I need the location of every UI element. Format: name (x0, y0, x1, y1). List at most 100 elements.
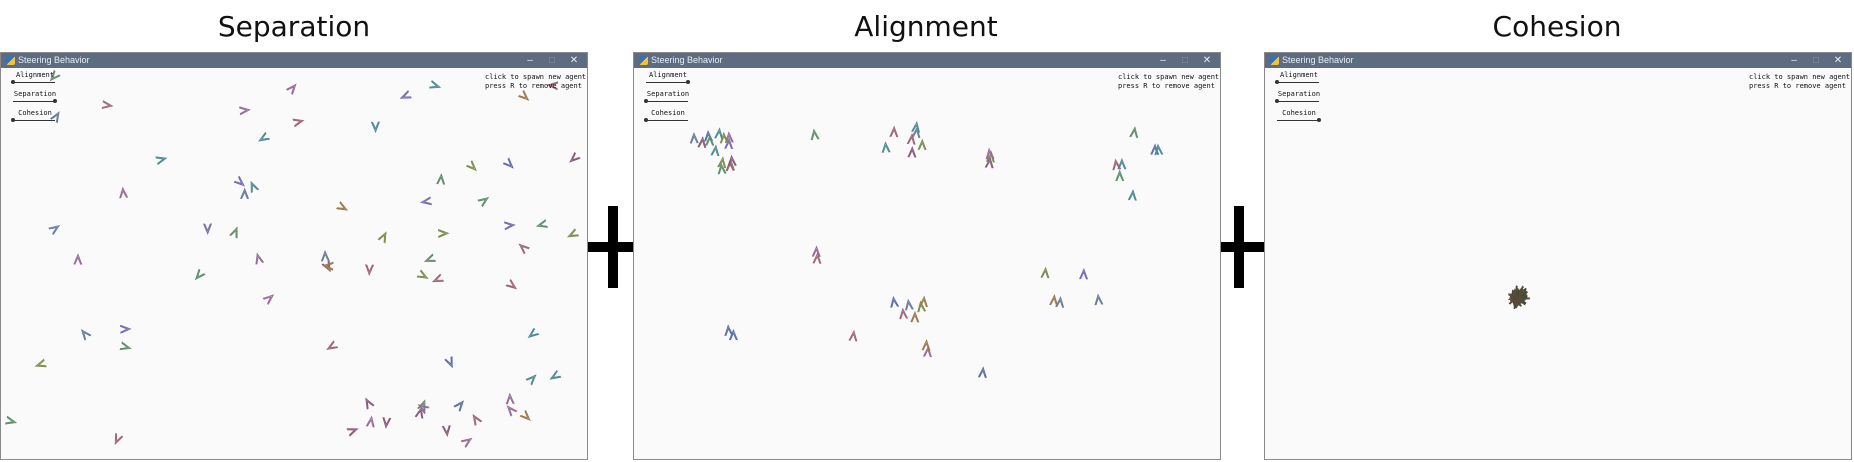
help-spawn-text: click to spawn new agent (1118, 73, 1220, 81)
agent (365, 415, 375, 428)
agent (292, 118, 305, 128)
maximize-button[interactable]: □ (541, 53, 563, 68)
agent (1049, 293, 1059, 306)
slider-label-separation: Separation (13, 90, 57, 98)
agent (1129, 126, 1139, 138)
agent (101, 100, 114, 110)
agent (437, 229, 450, 238)
slider-label-alignment: Alignment (649, 71, 687, 79)
agent (1115, 169, 1125, 182)
agent (233, 175, 245, 187)
agent (119, 324, 132, 334)
help-remove-text: press R to remove agent (485, 82, 582, 90)
agent (370, 121, 380, 134)
slider-knob[interactable] (644, 99, 648, 103)
agent (419, 196, 432, 206)
agent (48, 224, 61, 236)
agent (477, 196, 490, 208)
titlebar[interactable]: Steering Behavior – □ ✕ (1265, 53, 1851, 68)
minimize-button[interactable]: – (1152, 53, 1174, 68)
agent (519, 410, 531, 422)
python-icon (1270, 56, 1279, 65)
slider-alignment[interactable] (646, 80, 690, 84)
agent (710, 144, 720, 157)
agent (346, 428, 359, 437)
agent (505, 279, 518, 290)
close-button[interactable]: ✕ (1827, 53, 1849, 68)
slider-alignment[interactable] (1275, 80, 1319, 84)
agent (566, 228, 579, 238)
window-cohesion[interactable]: Steering Behavior – □ ✕ Alignment Separa… (1264, 52, 1852, 460)
slider-cohesion[interactable] (644, 118, 688, 122)
titlebar[interactable]: Steering Behavior – □ ✕ (634, 53, 1220, 68)
minimize-button[interactable]: – (519, 53, 541, 68)
panel-heading-cohesion: Cohesion (1492, 10, 1622, 43)
agent (423, 253, 436, 262)
python-icon (6, 56, 15, 65)
agent (5, 415, 18, 425)
agent (399, 90, 412, 99)
slider-label-cohesion: Cohesion (651, 109, 685, 117)
agent (518, 243, 530, 255)
slider-separation[interactable] (1275, 99, 1319, 103)
simulation-canvas[interactable]: Alignment Separation Cohesion click to s… (634, 68, 1220, 459)
agent (453, 400, 465, 412)
slider-knob[interactable] (1275, 99, 1279, 103)
agent (229, 226, 238, 239)
agent (906, 132, 916, 145)
agent (336, 201, 349, 211)
agent-layer (1507, 285, 1531, 310)
agent (194, 268, 206, 281)
agent (910, 310, 920, 323)
agent (810, 128, 820, 141)
agent-layer (5, 70, 581, 448)
slider-alignment[interactable] (11, 80, 55, 84)
agent (535, 219, 548, 228)
panel-heading-separation: Separation (217, 10, 371, 43)
slider-knob[interactable] (644, 118, 648, 122)
simulation-canvas[interactable]: Alignment Separation Cohesion click to s… (1265, 68, 1851, 459)
slider-knob[interactable] (1317, 118, 1321, 122)
agent (382, 417, 392, 429)
agent (255, 252, 265, 265)
maximize-button[interactable]: □ (1174, 53, 1196, 68)
simulation-canvas[interactable]: Alignment Separation Cohesion click to s… (1, 68, 587, 459)
agent (569, 151, 581, 163)
agent (689, 131, 699, 144)
agent (525, 374, 537, 386)
slider-knob[interactable] (53, 99, 57, 103)
slider-knob[interactable] (11, 118, 15, 122)
slider-knob[interactable] (1275, 80, 1279, 84)
slider-label-separation: Separation (646, 90, 690, 98)
window-separation[interactable]: Steering Behavior – □ ✕ Alignment Separa… (0, 52, 588, 460)
agent (444, 356, 453, 369)
agent (326, 340, 339, 350)
slider-label-alignment: Alignment (1280, 71, 1318, 79)
agent (429, 80, 442, 89)
agent (904, 298, 914, 311)
slider-knob[interactable] (11, 80, 15, 84)
agent (977, 366, 987, 379)
minimize-button[interactable]: – (1783, 53, 1805, 68)
agent (441, 425, 451, 438)
slider-separation[interactable] (644, 99, 688, 103)
agent (1079, 267, 1088, 280)
python-icon (639, 56, 648, 65)
agent (320, 249, 330, 262)
slider-cohesion[interactable] (1277, 118, 1321, 122)
slider-separation[interactable] (13, 99, 57, 103)
agent (506, 405, 518, 417)
slider-cohesion[interactable] (11, 118, 55, 122)
agent (527, 327, 540, 339)
titlebar[interactable]: Steering Behavior – □ ✕ (1, 53, 587, 68)
window-alignment[interactable]: Steering Behavior – □ ✕ Alignment Separa… (633, 52, 1221, 460)
agent (890, 295, 900, 308)
close-button[interactable]: ✕ (563, 53, 585, 68)
agent (460, 437, 473, 448)
maximize-button[interactable]: □ (1805, 53, 1827, 68)
slider-knob[interactable] (686, 80, 690, 84)
close-button[interactable]: ✕ (1196, 53, 1218, 68)
slider-label-cohesion: Cohesion (1282, 109, 1316, 117)
agent (907, 145, 917, 158)
agent-layer (689, 120, 1164, 379)
